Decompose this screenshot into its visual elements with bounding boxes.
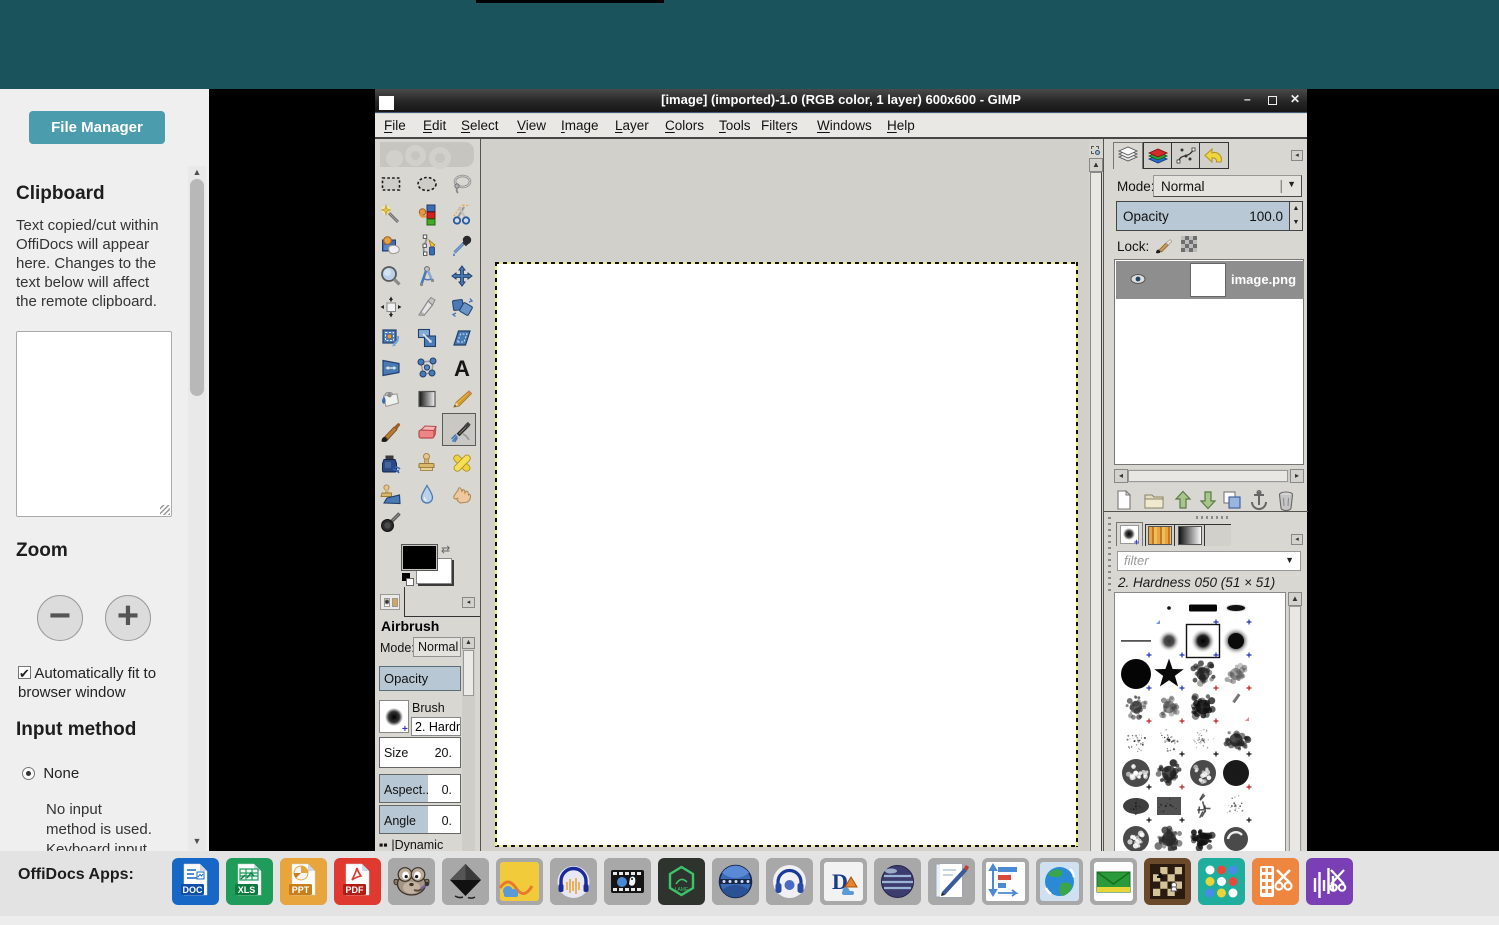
svg-text:+: + — [402, 724, 408, 734]
svg-text:PDF: PDF — [346, 885, 365, 895]
svg-text:XLS: XLS — [238, 885, 256, 895]
svg-text:DOC: DOC — [183, 885, 204, 895]
svg-text:A: A — [454, 356, 470, 380]
svg-text:LAME: LAME — [675, 887, 689, 893]
svg-text:PPT: PPT — [292, 885, 310, 895]
